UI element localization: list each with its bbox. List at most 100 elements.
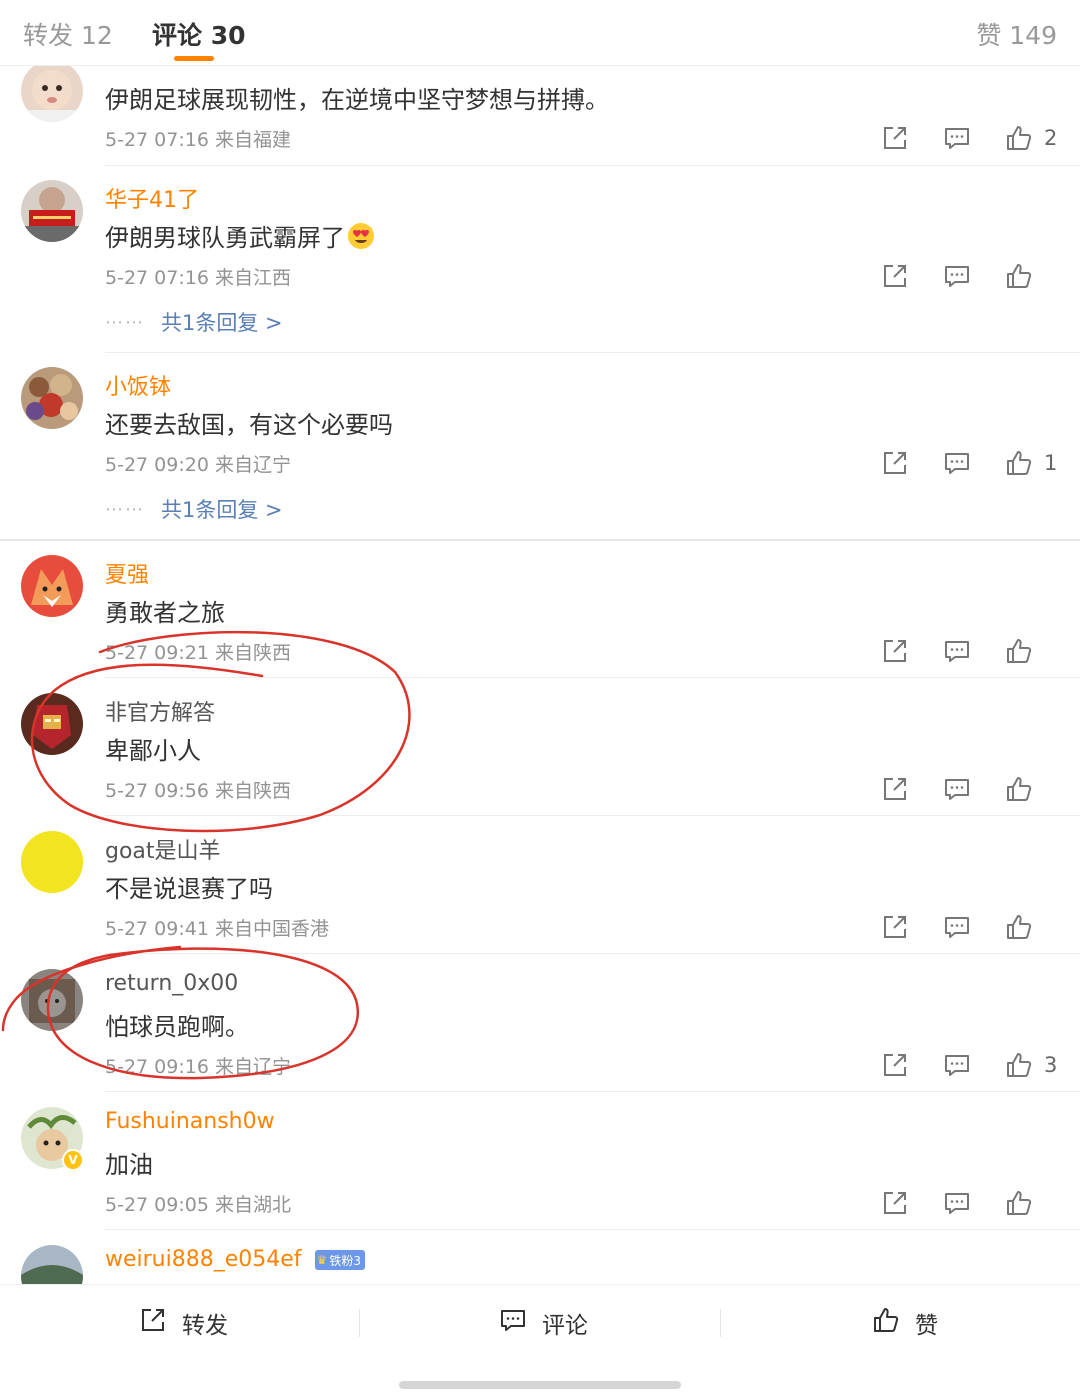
comment-icon [942,774,972,804]
comment-actions: 3 [880,1050,1058,1080]
share-button[interactable] [880,1050,910,1080]
avatar[interactable] [21,555,83,617]
reply-button[interactable] [942,636,972,666]
divider [105,1091,1080,1092]
comment-list: 伊朗足球展现韧性，在逆境中坚守梦想与拼搏。 5-27 07:16 来自福建 2 … [0,66,1080,1284]
username[interactable]: 华子41了 [105,182,199,214]
share-icon [138,1305,182,1341]
thumbs-up-icon [871,1305,915,1341]
comment-text: 还要去敌国，有这个必要吗 [105,411,393,439]
like-button[interactable] [1004,261,1058,291]
separator [359,1309,360,1337]
reply-button[interactable] [942,261,972,291]
comment-actions: 2 [880,123,1058,153]
reply-button[interactable] [942,123,972,153]
like-button[interactable]: 1 [1004,448,1058,478]
reply-button[interactable] [942,1050,972,1080]
thumbs-up-icon [1004,123,1034,153]
replies-label: 共1条回复 > [161,498,283,522]
comment-text: 伊朗足球展现韧性，在逆境中坚守梦想与拼搏。 [105,86,609,114]
username[interactable]: Fushuinansh0w [105,1109,275,1134]
divider [105,953,1080,954]
comment-item: 华子41了 伊朗男球队勇武霸屏了 5-27 07:16 来自江西 ⋯⋯ 共1条回复… [0,166,1080,354]
avatar[interactable] [21,969,83,1031]
comment-button[interactable]: 评论 [498,1307,588,1339]
view-replies-link[interactable]: ⋯⋯ 共1条回复 > [105,494,283,524]
avatar[interactable] [21,831,83,893]
avatar[interactable] [21,66,83,122]
share-button[interactable] [880,123,910,153]
comment-icon [498,1305,542,1341]
share-button[interactable] [880,636,910,666]
username[interactable]: 非官方解答 [105,695,215,727]
divider [105,677,1080,678]
like-button[interactable]: 2 [1004,123,1058,153]
comment-actions [880,636,1058,666]
repost-button[interactable]: 转发 [138,1307,228,1339]
share-icon [880,1188,910,1218]
avatar[interactable] [21,1245,83,1284]
comment-icon [942,1188,972,1218]
username[interactable]: weirui888_e054ef ♛ 铁粉3 [105,1247,365,1272]
share-button[interactable] [880,774,910,804]
username-text: weirui888_e054ef [105,1247,302,1272]
username[interactable]: goat是山羊 [105,833,221,865]
comment-item: V Fushuinansh0w 加油 5-27 09:05 来自湖北 [0,1093,1080,1231]
username[interactable]: 小饭钵 [105,369,171,401]
comment-text: 怕球员跑啊。 [105,1013,249,1041]
share-button[interactable] [880,448,910,478]
like-label: 赞 [915,1313,938,1339]
share-icon [880,636,910,666]
share-button[interactable] [880,261,910,291]
comment-actions [880,261,1058,291]
tab-reposts[interactable]: 转发 12 [23,16,113,52]
comment-text: 卑鄙小人 [105,737,201,765]
avatar[interactable] [21,367,83,429]
thumbs-up-icon [1004,448,1034,478]
reply-button[interactable] [942,448,972,478]
comment-meta: 5-27 09:56 来自陕西 [105,780,291,802]
view-replies-link[interactable]: ⋯⋯ 共1条回复 > [105,307,283,337]
thumbs-up-icon [1004,636,1034,666]
thumbs-up-icon [1004,774,1034,804]
separator [720,1309,721,1337]
comment-item: 非官方解答 卑鄙小人 5-27 09:56 来自陕西 [0,679,1080,817]
reply-button[interactable] [942,1188,972,1218]
share-icon [880,448,910,478]
crown-icon: ♛ [316,1253,328,1267]
avatar[interactable] [21,180,83,242]
share-button[interactable] [880,912,910,942]
share-icon [880,774,910,804]
comment-item: 小饭钵 还要去敌国，有这个必要吗 5-27 09:20 来自辽宁 1 ⋯⋯ 共1条… [0,353,1080,541]
comment-meta: 5-27 09:21 来自陕西 [105,642,291,664]
active-tab-indicator [174,56,214,61]
share-button[interactable] [880,1188,910,1218]
comment-item: weirui888_e054ef ♛ 铁粉3 [0,1231,1080,1284]
comment-actions: 1 [880,448,1058,478]
like-button[interactable]: 赞 [871,1307,938,1339]
tab-likes[interactable]: 赞 149 [976,16,1057,52]
reply-button[interactable] [942,774,972,804]
avatar[interactable] [21,693,83,755]
comment-text: 不是说退赛了吗 [105,875,273,903]
reply-button[interactable] [942,912,972,942]
like-count: 3 [1044,1053,1058,1077]
thumbs-up-icon [1004,261,1034,291]
share-icon [880,912,910,942]
like-button[interactable] [1004,1188,1058,1218]
thumbs-up-icon [1004,1050,1034,1080]
comment-text: 加油 [105,1151,153,1179]
username[interactable]: return_0x00 [105,971,238,996]
comment-item: 伊朗足球展现韧性，在逆境中坚守梦想与拼搏。 5-27 07:16 来自福建 2 [0,66,1080,167]
like-button[interactable] [1004,636,1058,666]
divider [105,815,1080,816]
like-button[interactable] [1004,774,1058,804]
tab-comments[interactable]: 评论 30 [152,16,246,52]
comment-label: 评论 [542,1313,588,1339]
comment-text: 伊朗男球队勇武霸屏了 [105,218,375,253]
comment-item: goat是山羊 不是说退赛了吗 5-27 09:41 来自中国香港 [0,817,1080,955]
like-button[interactable] [1004,912,1058,942]
username[interactable]: 夏强 [105,557,149,589]
like-button[interactable]: 3 [1004,1050,1058,1080]
comment-icon [942,448,972,478]
